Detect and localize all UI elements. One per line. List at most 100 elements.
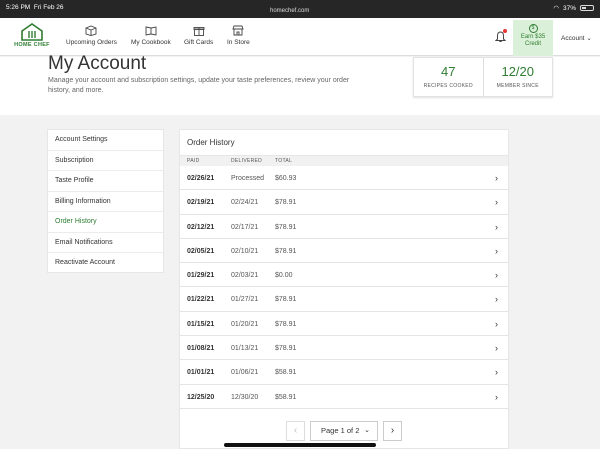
- chevron-right-icon: ›: [495, 221, 498, 232]
- earn-credit-line1: Earn $35: [520, 34, 546, 40]
- order-total: $78.91: [275, 320, 297, 328]
- next-page-button[interactable]: ›: [383, 421, 402, 441]
- order-paid-date: 01/01/21: [187, 369, 215, 377]
- prev-page-button[interactable]: ‹: [286, 421, 305, 441]
- chevron-right-icon: ›: [495, 245, 498, 256]
- gift-icon: [193, 27, 205, 36]
- side-item-email-notifications[interactable]: Email Notifications: [48, 233, 163, 253]
- account-label: Account: [561, 35, 585, 42]
- order-row[interactable]: 01/22/21 01/27/21 $78.91 ›: [180, 287, 508, 312]
- order-total: $0.00: [275, 272, 293, 280]
- page-title: My Account: [48, 53, 147, 74]
- nav-label: My Cookbook: [131, 39, 171, 46]
- order-paid-date: 01/15/21: [187, 320, 215, 328]
- notification-dot: [503, 29, 507, 33]
- order-paid-date: 01/22/21: [187, 296, 215, 304]
- order-row[interactable]: 01/15/21 01/20/21 $78.91 ›: [180, 312, 508, 337]
- order-delivered: 01/20/21: [231, 320, 259, 328]
- order-delivered: 01/27/21: [231, 296, 259, 304]
- order-row[interactable]: 01/01/21 01/06/21 $58.91 ›: [180, 360, 508, 385]
- nav-in-store[interactable]: In Store: [227, 25, 250, 46]
- order-row[interactable]: 01/29/21 02/03/21 $0.00 ›: [180, 263, 508, 288]
- order-total: $78.91: [275, 296, 297, 304]
- nav-gift-cards[interactable]: Gift Cards: [184, 25, 213, 46]
- col-delivered: DELIVERED: [231, 158, 263, 164]
- ios-home-indicator[interactable]: [224, 443, 376, 447]
- order-row[interactable]: 01/08/21 01/13/21 $78.91 ›: [180, 336, 508, 361]
- pagination: ‹ Page 1 of 2 ⌄ ›: [286, 421, 402, 441]
- chevron-right-icon: ›: [495, 367, 498, 378]
- stat-member-since: 12/20 MEMBER SINCE: [482, 58, 553, 96]
- stat-label: MEMBER SINCE: [496, 83, 539, 89]
- side-item-taste-profile[interactable]: Taste Profile: [48, 171, 163, 192]
- order-row[interactable]: 02/26/21 Processed $60.93 ›: [180, 166, 508, 191]
- side-item-reactivate-account[interactable]: Reactivate Account: [48, 253, 163, 274]
- table-header: PAID DELIVERED TOTAL: [180, 156, 508, 166]
- order-row[interactable]: 02/05/21 02/10/21 $78.91 ›: [180, 239, 508, 264]
- order-total: $58.91: [275, 393, 297, 401]
- battery-icon: [580, 5, 594, 11]
- chevron-right-icon: ›: [495, 318, 498, 329]
- status-time: 5:26 PM Fri Feb 26: [6, 4, 64, 11]
- order-delivered: 02/03/21: [231, 272, 259, 280]
- logo-text: HOME CHEF: [14, 42, 50, 48]
- earn-credit-button[interactable]: $ Earn $35 Credit: [513, 20, 553, 56]
- order-paid-date: 02/19/21: [187, 199, 215, 207]
- page-select-label: Page 1 of 2: [321, 426, 360, 435]
- status-right: ◠ 37%: [553, 4, 594, 12]
- order-delivered: 01/06/21: [231, 369, 259, 377]
- col-paid: PAID: [187, 158, 200, 164]
- chevron-right-icon: ›: [495, 197, 498, 208]
- order-total: $60.93: [275, 175, 297, 182]
- order-delivered: Processed: [231, 175, 265, 182]
- notifications-button[interactable]: [494, 29, 507, 48]
- order-history-panel: Order History PAID DELIVERED TOTAL 02/26…: [179, 129, 509, 449]
- panel-title: Order History: [180, 130, 508, 156]
- order-delivered: 01/13/21: [231, 345, 259, 353]
- chevron-right-icon: ›: [495, 270, 498, 281]
- side-item-billing-information[interactable]: Billing Information: [48, 192, 163, 212]
- side-item-account-settings[interactable]: Account Settings: [48, 130, 163, 151]
- dollar-icon: $: [528, 24, 538, 33]
- stat-label: RECIPES COOKED: [423, 83, 473, 89]
- chevron-right-icon: ›: [495, 173, 498, 183]
- browser-url[interactable]: homechef.com: [270, 8, 309, 14]
- earn-credit-line2: Credit: [524, 41, 541, 47]
- nav-upcoming-orders[interactable]: Upcoming Orders: [66, 25, 117, 46]
- order-paid-date: 12/25/20: [187, 393, 215, 401]
- order-row[interactable]: 02/19/21 02/24/21 $78.91 ›: [180, 190, 508, 215]
- order-paid-date: 02/12/21: [187, 223, 215, 231]
- nav-my-cookbook[interactable]: My Cookbook: [131, 25, 171, 46]
- nav-label: Gift Cards: [184, 39, 214, 46]
- stat-value: 47: [441, 64, 456, 79]
- account-stats: 47 RECIPES COOKED 12/20 MEMBER SINCE: [413, 57, 553, 97]
- order-delivered: 02/10/21: [231, 247, 259, 255]
- order-total: $58.91: [275, 369, 297, 377]
- book-icon: [145, 26, 157, 36]
- ios-status-bar: 5:26 PM Fri Feb 26 homechef.com ◠ 37%: [0, 0, 600, 18]
- account-header: My Account Manage your account and subsc…: [0, 53, 600, 115]
- chef-hat-logo-icon: [21, 23, 43, 41]
- store-icon: [232, 25, 244, 36]
- account-menu[interactable]: Account ⌄: [561, 34, 592, 42]
- order-paid-date: 02/26/21: [187, 175, 215, 182]
- page-description: Manage your account and subscription set…: [48, 77, 350, 94]
- order-paid-date: 02/05/21: [187, 247, 215, 255]
- page-select[interactable]: Page 1 of 2 ⌄: [310, 421, 378, 441]
- side-item-subscription[interactable]: Subscription: [48, 151, 163, 171]
- chevron-right-icon: ›: [495, 391, 498, 402]
- side-item-order-history[interactable]: Order History: [48, 212, 163, 233]
- stat-value: 12/20: [501, 64, 535, 79]
- order-row[interactable]: 12/25/20 12/30/20 $58.91 ›: [180, 385, 508, 409]
- col-total: TOTAL: [275, 158, 293, 164]
- battery-percent: 37%: [562, 4, 576, 12]
- order-row[interactable]: 02/12/21 02/17/21 $78.91 ›: [180, 215, 508, 239]
- wifi-icon: ◠: [553, 5, 559, 12]
- home-chef-logo[interactable]: HOME CHEF: [12, 23, 52, 53]
- box-icon: [86, 25, 97, 36]
- account-side-menu: Account Settings Subscription Taste Prof…: [47, 129, 164, 273]
- chevron-down-icon: ⌄: [586, 35, 592, 42]
- chevron-right-icon: ›: [495, 343, 498, 354]
- chevron-down-icon: ⌄: [364, 427, 370, 434]
- nav-label: Upcoming Orders: [66, 39, 117, 46]
